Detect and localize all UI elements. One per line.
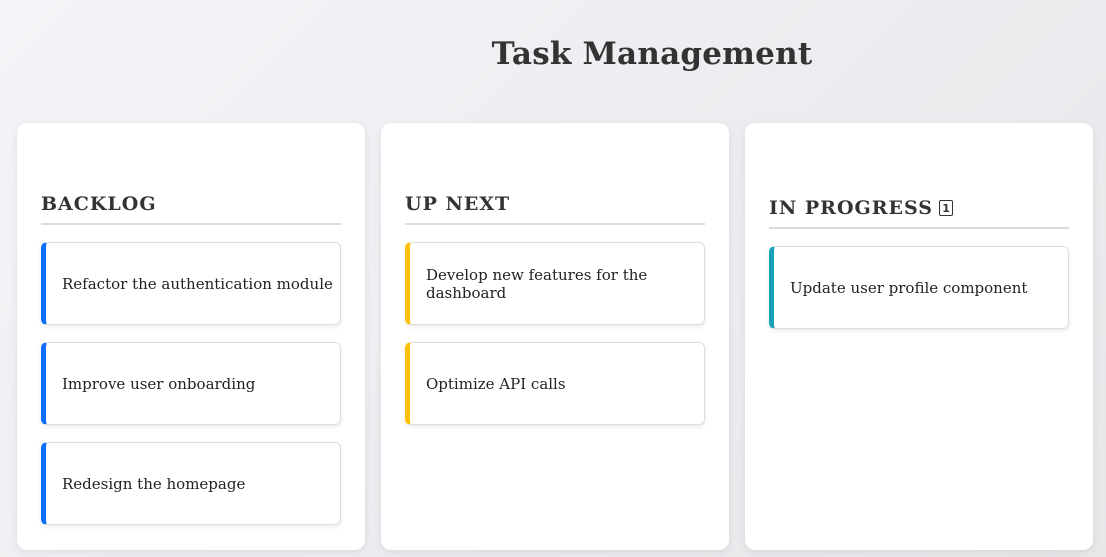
task-card[interactable]: Update user profile component [769,246,1069,329]
page-title: Task Management [491,36,813,72]
column-title: IN PROGRESS [769,197,934,219]
column-title: UP NEXT [405,193,511,215]
task-card[interactable]: Improve user onboarding [41,342,341,425]
column-up-next: UP NEXT Develop new features for the das… [381,123,729,550]
column-header: IN PROGRESS 1 [769,197,1069,229]
task-list: Refactor the authentication module Impro… [41,242,341,525]
task-card[interactable]: Refactor the authentication module [41,242,341,325]
numbered-box-icon: 1 [939,200,954,216]
column-header: BACKLOG [41,193,341,225]
column-backlog: BACKLOG Refactor the authentication modu… [17,123,365,550]
task-list: Develop new features for the dashboard O… [405,242,705,425]
column-header: UP NEXT [405,193,705,225]
task-list: Update user profile component [769,246,1069,329]
column-in-progress: IN PROGRESS 1 Update user profile compon… [745,123,1093,550]
task-card[interactable]: Develop new features for the dashboard [405,242,705,325]
column-title: BACKLOG [41,193,157,215]
task-card[interactable]: Redesign the homepage [41,442,341,525]
kanban-board: BACKLOG Refactor the authentication modu… [17,123,1093,550]
task-card[interactable]: Optimize API calls [405,342,705,425]
